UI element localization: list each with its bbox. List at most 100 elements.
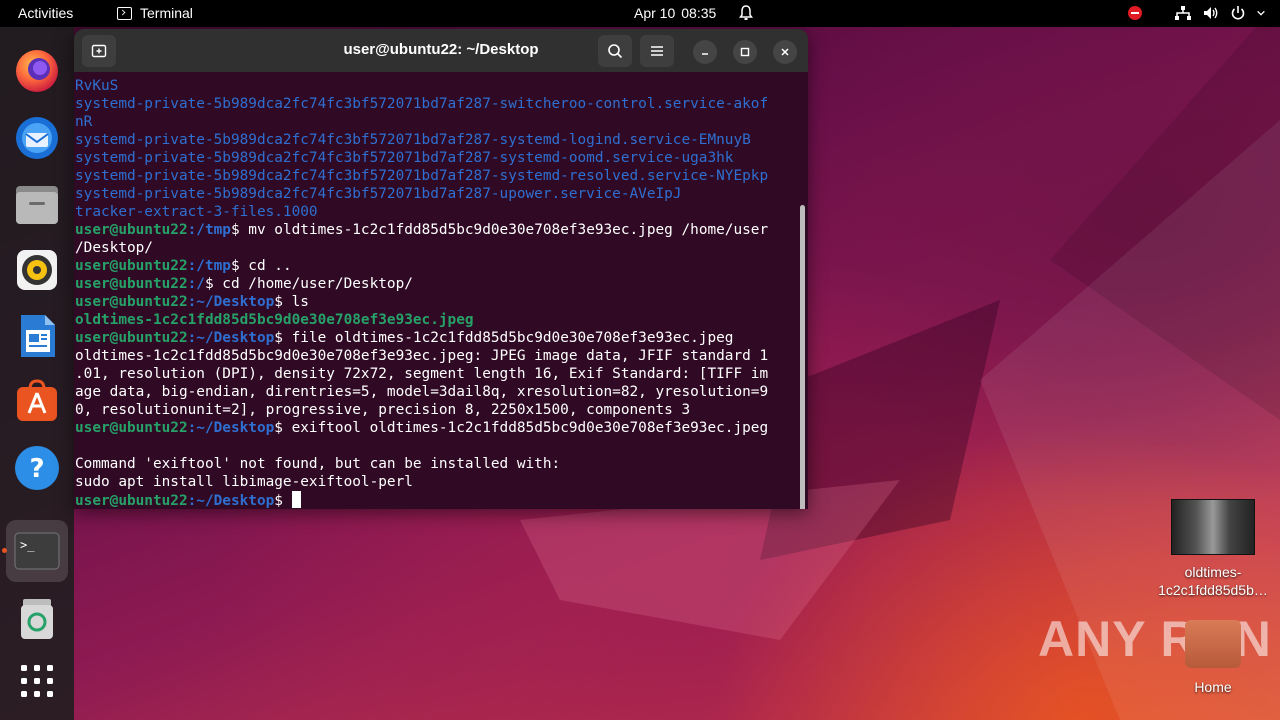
prompt-user: user@ubuntu22 — [75, 258, 188, 274]
prompt-user: user@ubuntu22 — [75, 222, 188, 238]
close-icon — [781, 48, 789, 56]
terminal-line: oldtimes-1c2c1fdd85d5bc9d0e30e708ef3e93e… — [75, 348, 769, 364]
terminal-line: /Desktop/ — [75, 240, 153, 256]
prompt-path: :~/Desktop — [187, 420, 275, 436]
close-button[interactable] — [773, 40, 797, 64]
minimize-icon — [702, 53, 708, 55]
dock-item-thunderbird[interactable] — [13, 113, 61, 161]
desktop-home-folder[interactable]: Home — [1173, 620, 1253, 696]
trash-icon — [21, 599, 53, 639]
running-indicator — [2, 548, 7, 553]
command-text: $ exiftool oldtimes-1c2c1fdd85d5bc9d0e30… — [274, 420, 769, 436]
power-icon — [1231, 6, 1245, 20]
files-icon — [16, 186, 58, 224]
app-grid-icon — [21, 665, 53, 697]
maximize-icon — [740, 47, 750, 57]
prompt-path: :~/Desktop — [187, 330, 275, 346]
firefox-icon — [16, 50, 58, 92]
svg-text:?: ? — [29, 454, 44, 484]
search-icon — [608, 44, 623, 59]
maximize-button[interactable] — [733, 40, 757, 64]
terminal-line: systemd-private-5b989dca2fc74fc3bf572071… — [75, 186, 682, 202]
prompt-user: user@ubuntu22 — [75, 276, 188, 292]
terminal-line: 0, resolutionunit=2], progressive, preci… — [75, 402, 691, 418]
menu-button[interactable] — [640, 35, 674, 67]
activities-button[interactable]: Activities — [18, 5, 73, 21]
terminal-line: user@ubuntu22:/tmp$ cd .. — [75, 257, 798, 275]
prompt-path: :~/Desktop — [187, 493, 275, 509]
dock-item-help[interactable]: ? — [13, 444, 61, 492]
terminal-line: sudo apt install libimage-exiftool-perl — [75, 474, 413, 490]
writer-icon — [21, 315, 55, 357]
terminal-line: user@ubuntu22:/$ cd /home/user/Desktop/ — [75, 275, 798, 293]
app-menu[interactable]: Terminal — [117, 5, 193, 21]
command-text: $ ls — [274, 294, 309, 310]
clock[interactable]: Apr 10 08:35 — [634, 5, 716, 21]
terminal-line: systemd-private-5b989dca2fc74fc3bf572071… — [75, 96, 769, 112]
search-button[interactable] — [598, 35, 632, 67]
command-text: $ mv oldtimes-1c2c1fdd85d5bc9d0e30e708ef… — [230, 222, 769, 238]
notification-bell-icon[interactable] — [739, 5, 753, 21]
terminal-output[interactable]: RvKuS systemd-private-5b989dca2fc74fc3bf… — [74, 72, 808, 509]
terminal-app-icon — [117, 6, 132, 20]
dock-item-terminal[interactable]: >_ — [6, 520, 68, 582]
terminal-line: .01, resolution (DPI), density 72x72, se… — [75, 366, 769, 382]
dock-item-ubuntu-software[interactable] — [13, 377, 61, 425]
prompt-path: :~/Desktop — [187, 294, 275, 310]
desktop-file-label-line2: 1c2c1fdd85d5b… — [1158, 582, 1268, 598]
home-folder-label: Home — [1194, 679, 1232, 695]
svg-text:>_: >_ — [20, 538, 35, 552]
prompt-user: user@ubuntu22 — [75, 330, 188, 346]
prompt-path: :/tmp — [187, 258, 231, 274]
do-not-disturb-icon — [1128, 6, 1142, 20]
terminal-line: systemd-private-5b989dca2fc74fc3bf572071… — [75, 168, 769, 184]
terminal-line: user@ubuntu22:/tmp$ mv oldtimes-1c2c1fdd… — [75, 221, 798, 239]
minimize-button[interactable] — [693, 40, 717, 64]
terminal-line: systemd-private-5b989dca2fc74fc3bf572071… — [75, 132, 751, 148]
network-icon — [1175, 6, 1191, 20]
chevron-down-icon — [1257, 10, 1265, 16]
terminal-line: user@ubuntu22:~/Desktop$ file oldtimes-1… — [75, 329, 798, 347]
terminal-line: user@ubuntu22:~/Desktop$ — [75, 491, 798, 509]
dock-item-trash[interactable] — [13, 595, 61, 643]
clock-time: 08:35 — [681, 5, 717, 21]
terminal-scrollbar[interactable] — [800, 205, 805, 509]
text-cursor — [291, 491, 301, 508]
terminal-line: oldtimes-1c2c1fdd85d5bc9d0e30e708ef3e93e… — [75, 312, 474, 328]
dock-item-rhythmbox[interactable] — [13, 246, 61, 294]
prompt-user: user@ubuntu22 — [75, 493, 188, 509]
desktop-file-label-line1: oldtimes- — [1184, 564, 1242, 580]
top-bar: Activities Terminal Apr 10 08:35 — [0, 0, 1280, 27]
terminal-icon: >_ — [14, 532, 60, 570]
desktop-file-jpeg[interactable]: oldtimes- 1c2c1fdd85d5b… — [1150, 499, 1276, 599]
command-text: $ file oldtimes-1c2c1fdd85d5bc9d0e30e708… — [274, 330, 734, 346]
terminal-line: age data, big-endian, direntries=5, mode… — [75, 384, 769, 400]
terminal-headerbar[interactable]: user@ubuntu22: ~/Desktop — [74, 29, 808, 72]
dock-item-writer[interactable] — [13, 312, 61, 360]
terminal-line: user@ubuntu22:~/Desktop$ ls — [75, 293, 798, 311]
system-tray[interactable] — [1128, 5, 1266, 21]
command-text: $ cd /home/user/Desktop/ — [204, 276, 413, 292]
dock-item-show-apps[interactable] — [13, 657, 61, 705]
dock-item-firefox[interactable] — [13, 47, 61, 95]
terminal-line: user@ubuntu22:~/Desktop$ exiftool oldtim… — [75, 419, 798, 437]
terminal-line: systemd-private-5b989dca2fc74fc3bf572071… — [75, 150, 734, 166]
rhythmbox-icon — [17, 250, 57, 290]
app-menu-label: Terminal — [140, 5, 193, 21]
image-thumbnail — [1171, 499, 1255, 555]
home-folder-icon — [1185, 620, 1241, 668]
software-icon — [17, 379, 57, 421]
terminal-line: RvKuS — [75, 78, 119, 94]
prompt-user: user@ubuntu22 — [75, 420, 188, 436]
terminal-window[interactable]: user@ubuntu22: ~/Desktop RvKuS systemd-p… — [74, 29, 808, 509]
prompt-path: :/tmp — [187, 222, 231, 238]
volume-icon — [1204, 7, 1218, 19]
terminal-line: Command 'exiftool' not found, but can be… — [75, 456, 561, 472]
dock-item-files[interactable] — [13, 180, 61, 228]
dock: ? >_ — [0, 27, 74, 720]
hamburger-menu-icon — [651, 46, 663, 56]
clock-date: Apr 10 — [634, 5, 676, 21]
help-icon: ? — [15, 446, 59, 490]
prompt-path: :/ — [187, 276, 205, 292]
